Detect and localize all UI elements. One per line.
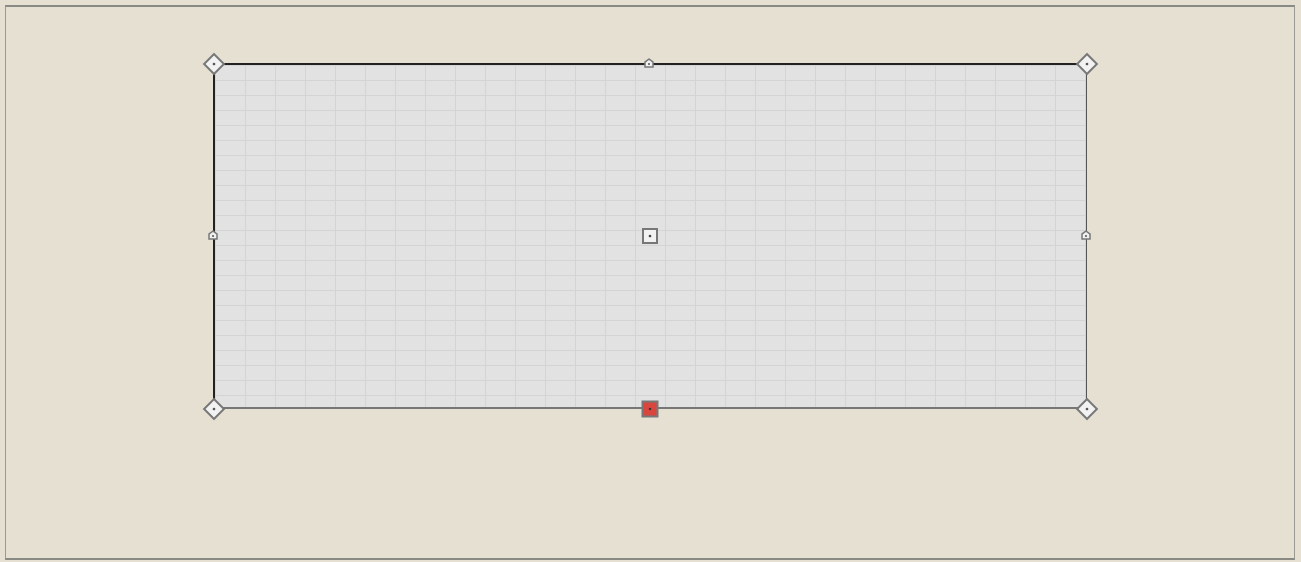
edge-handle-top[interactable] bbox=[643, 57, 655, 69]
corner-handle-top-right[interactable] bbox=[1075, 52, 1099, 76]
edge-handle-right[interactable] bbox=[1080, 229, 1092, 241]
edge-handle-left[interactable] bbox=[207, 229, 219, 241]
corner-handle-bottom-right[interactable] bbox=[1075, 397, 1099, 421]
corner-handle-bottom-left[interactable] bbox=[202, 397, 226, 421]
center-move-handle[interactable] bbox=[641, 227, 659, 245]
edge-handle-bottom-active[interactable] bbox=[641, 400, 659, 418]
corner-handle-top-left[interactable] bbox=[202, 52, 226, 76]
